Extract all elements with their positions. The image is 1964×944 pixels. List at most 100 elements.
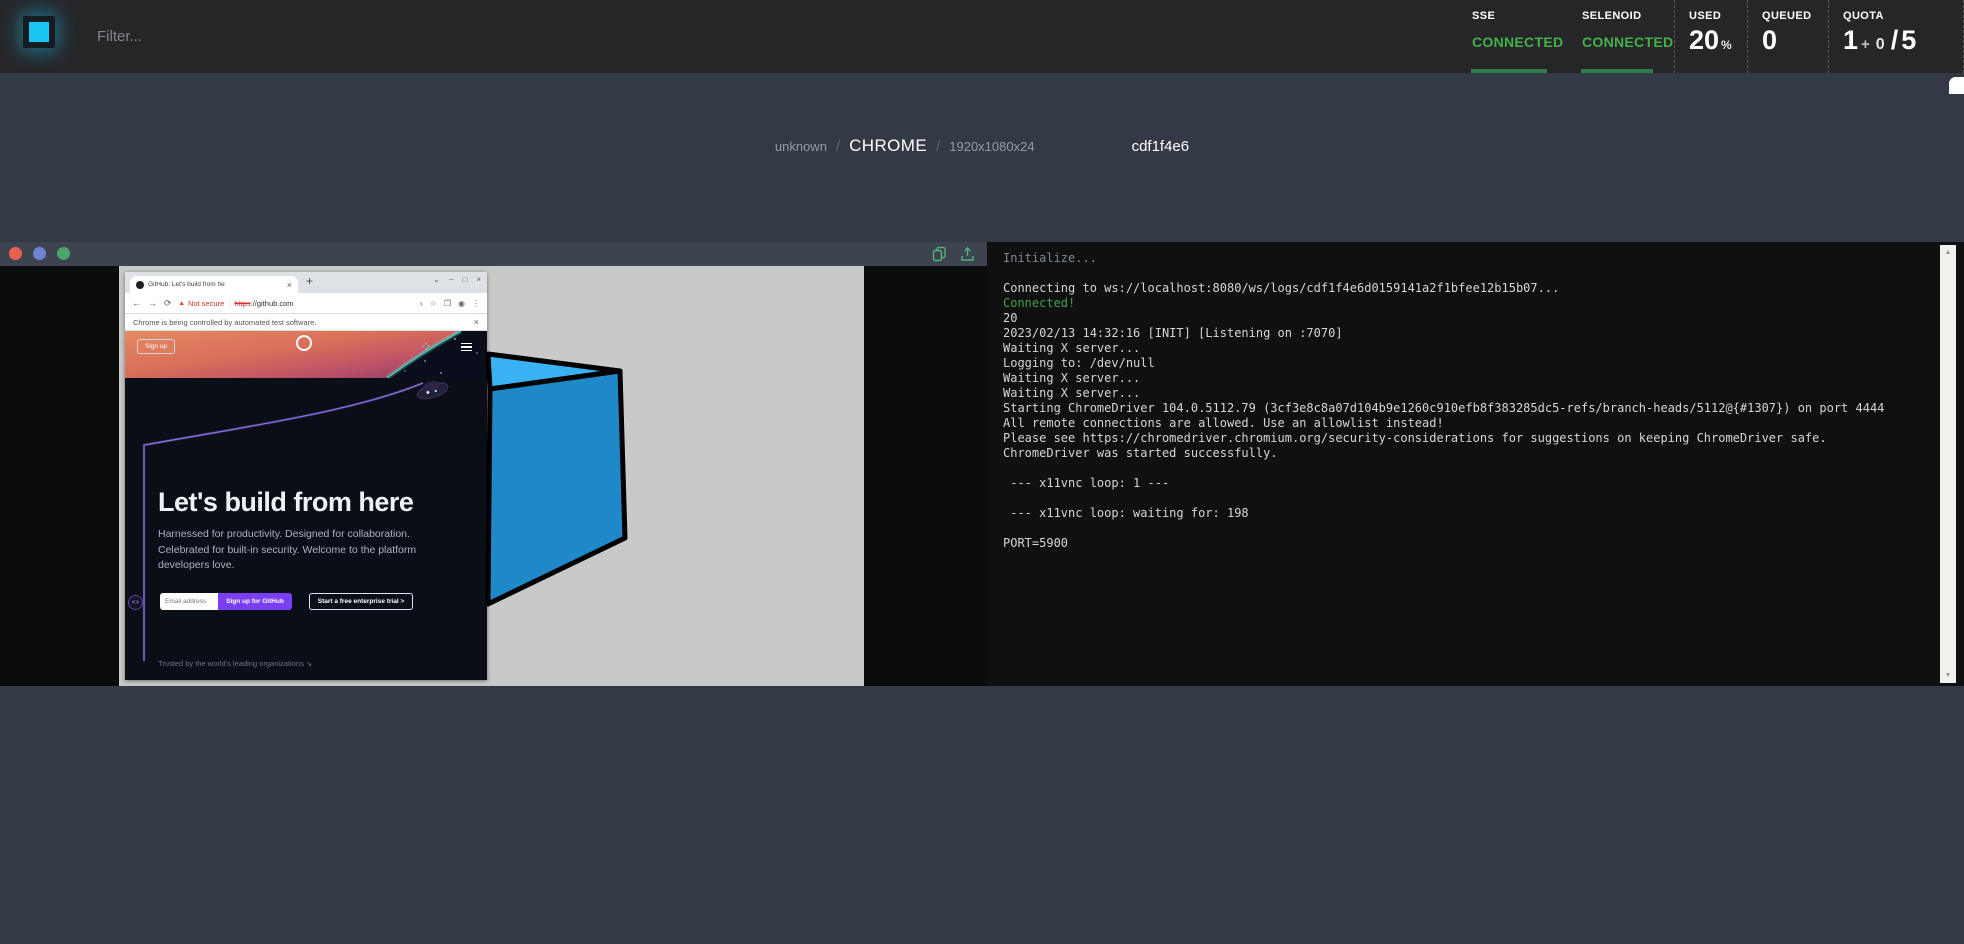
remote-desktop: GitHub: Let's build from he × + ⌄ − □ × … — [119, 266, 864, 686]
window-close-icon[interactable]: × — [476, 275, 481, 284]
log-line: Please see https://chromedriver.chromium… — [1003, 431, 1924, 446]
log-line: Waiting X server... — [1003, 371, 1924, 386]
browser-tab-strip: GitHub: Let's build from he × + ⌄ − □ × — [125, 272, 487, 293]
used-label: USED — [1689, 10, 1747, 22]
github-page: Sign up Let's build from — [125, 331, 487, 680]
url-text[interactable]: ://github.com — [251, 299, 294, 308]
tab-title: GitHub: Let's build from he — [148, 281, 287, 288]
scroll-down-icon[interactable]: ▼ — [1945, 668, 1952, 683]
vnc-window-header — [0, 242, 987, 266]
selenoid-status-block: SELENOID CONNECTED — [1568, 0, 1674, 73]
sse-status-block: SSE CONNECTED — [1458, 0, 1568, 73]
traffic-light-blue-icon — [33, 247, 46, 260]
url-scheme: https — [234, 299, 250, 308]
selenoid-underline — [1581, 69, 1653, 73]
infobar-message: Chrome is being controlled by automated … — [133, 318, 316, 327]
security-warning-icon: ▲ — [179, 300, 185, 307]
session-browser-name: CHROME — [849, 136, 927, 156]
sse-underline — [1471, 69, 1547, 73]
browser-menu-icon[interactable]: ⋮ — [472, 299, 480, 308]
quota-pending: 0 — [1876, 36, 1885, 54]
log-line: 20 — [1003, 311, 1924, 326]
selenoid-ui: SSE CONNECTED SELENOID CONNECTED USED 20… — [0, 0, 1964, 944]
window-minimize-icon[interactable]: − — [449, 275, 454, 284]
tab-close-icon[interactable]: × — [287, 280, 292, 290]
quota-label: QUOTA — [1843, 10, 1963, 22]
queued-value: 0 — [1762, 25, 1777, 56]
used-block: USED 20 % — [1674, 0, 1747, 73]
log-line — [1003, 266, 1924, 281]
email-input[interactable]: Email address — [160, 593, 218, 610]
vnc-log-lines: Initialize... Connecting to ws://localho… — [1003, 251, 1924, 551]
session-row[interactable]: unknown / CHROME / 1920x1080x24 cdf1f4e6 — [0, 136, 1964, 156]
log-line — [1003, 521, 1924, 536]
automation-infobar: Chrome is being controlled by automated … — [125, 314, 487, 331]
used-value: 20 — [1689, 25, 1719, 56]
share-icon[interactable]: ‹ — [420, 299, 423, 308]
hero-description: Harnessed for productivity. Designed for… — [158, 527, 416, 574]
hero-heading: Let's build from here — [158, 487, 413, 518]
queued-label: QUEUED — [1762, 10, 1828, 22]
vnc-panel: GitHub: Let's build from he × + ⌄ − □ × … — [0, 242, 987, 686]
session-resolution: 1920x1080x24 — [949, 139, 1034, 154]
url-divider: | — [228, 299, 230, 308]
quota-current: 1 — [1843, 25, 1858, 56]
selenoid-status-value: CONNECTED — [1582, 34, 1674, 50]
vnc-screen-canvas[interactable]: GitHub: Let's build from he × + ⌄ − □ × … — [0, 266, 987, 686]
infobar-close-icon[interactable]: × — [474, 317, 479, 327]
hamburger-menu-icon[interactable] — [461, 343, 472, 353]
signup-for-github-button[interactable]: Sign up for GitHub — [218, 593, 292, 610]
selenoid-logo[interactable] — [23, 16, 55, 48]
selenoid-label: SELENOID — [1582, 10, 1674, 22]
session-separator-2: / — [936, 138, 940, 155]
quota-total: 5 — [1901, 25, 1916, 56]
log-scrollbar[interactable]: ▲ ▼ — [1940, 245, 1956, 683]
github-signup-button[interactable]: Sign up — [137, 339, 175, 354]
profile-avatar-icon[interactable]: ◉ — [458, 299, 465, 308]
log-line: --- x11vnc loop: waiting for: 198 — [1003, 506, 1924, 521]
forward-icon[interactable]: → — [148, 298, 157, 308]
log-line: Connected! — [1003, 296, 1924, 311]
status-strip: SSE CONNECTED SELENOID CONNECTED USED 20… — [1458, 0, 1964, 73]
browser-address-bar: ← → ⟳ ▲ Not secure | https ://github.com… — [125, 293, 487, 314]
reload-icon[interactable]: ⟳ — [164, 298, 172, 309]
browser-tab[interactable]: GitHub: Let's build from he × — [130, 276, 298, 293]
tab-capabilities[interactable]: CAPABILITIES — [1949, 77, 1964, 94]
back-icon[interactable]: ← — [132, 298, 141, 308]
session-quota-user: unknown — [775, 139, 827, 154]
github-favicon-icon — [136, 281, 144, 289]
hero-description-line: Celebrated for built-in security. Welcom… — [158, 543, 416, 559]
hero-description-line: Harnessed for productivity. Designed for… — [158, 527, 416, 543]
window-menu-icon[interactable]: ⌄ — [433, 275, 440, 284]
log-line: Connecting to ws://localhost:8080/ws/log… — [1003, 281, 1924, 296]
window-maximize-icon[interactable]: □ — [462, 275, 467, 284]
not-secure-label: Not secure — [188, 299, 224, 308]
log-line — [1003, 491, 1924, 506]
new-tab-button[interactable]: + — [306, 274, 313, 288]
upload-icon[interactable] — [960, 246, 975, 262]
top-header-bar: SSE CONNECTED SELENOID CONNECTED USED 20… — [0, 0, 1964, 73]
log-line: Initialize... — [1003, 251, 1924, 266]
quota-block: QUOTA 1 + 0 / 5 — [1828, 0, 1964, 73]
side-panel-icon[interactable]: ❒ — [444, 299, 451, 308]
session-id-link[interactable]: cdf1f4e6 — [1132, 138, 1190, 155]
sse-status-value: CONNECTED — [1472, 34, 1568, 50]
filter-input[interactable] — [95, 20, 439, 52]
trusted-footnote: Trusted by the world's leading organizat… — [158, 659, 312, 668]
github-logo-icon[interactable] — [296, 335, 312, 351]
log-line: --- x11vnc loop: 1 --- — [1003, 476, 1924, 491]
sse-label: SSE — [1472, 10, 1568, 22]
bookmark-star-icon[interactable]: ☆ — [430, 299, 437, 308]
window-controls: ⌄ − □ × — [433, 275, 481, 284]
log-line: All remote connections are allowed. Use … — [1003, 416, 1924, 431]
address-bar-actions: ‹ ☆ ❒ ◉ ⋮ — [420, 299, 480, 308]
enterprise-trial-button[interactable]: Start a free enterprise trial > — [309, 593, 413, 610]
scroll-up-icon[interactable]: ▲ — [1945, 245, 1952, 260]
log-line: PORT=5900 — [1003, 536, 1924, 551]
quota-plus: + — [1861, 36, 1870, 53]
log-line: ChromeDriver was started successfully. — [1003, 446, 1924, 461]
vnc-actions — [932, 246, 975, 262]
copy-icon[interactable] — [932, 246, 947, 262]
remote-browser-window: GitHub: Let's build from he × + ⌄ − □ × … — [125, 272, 487, 680]
traffic-light-green-icon — [57, 247, 70, 260]
